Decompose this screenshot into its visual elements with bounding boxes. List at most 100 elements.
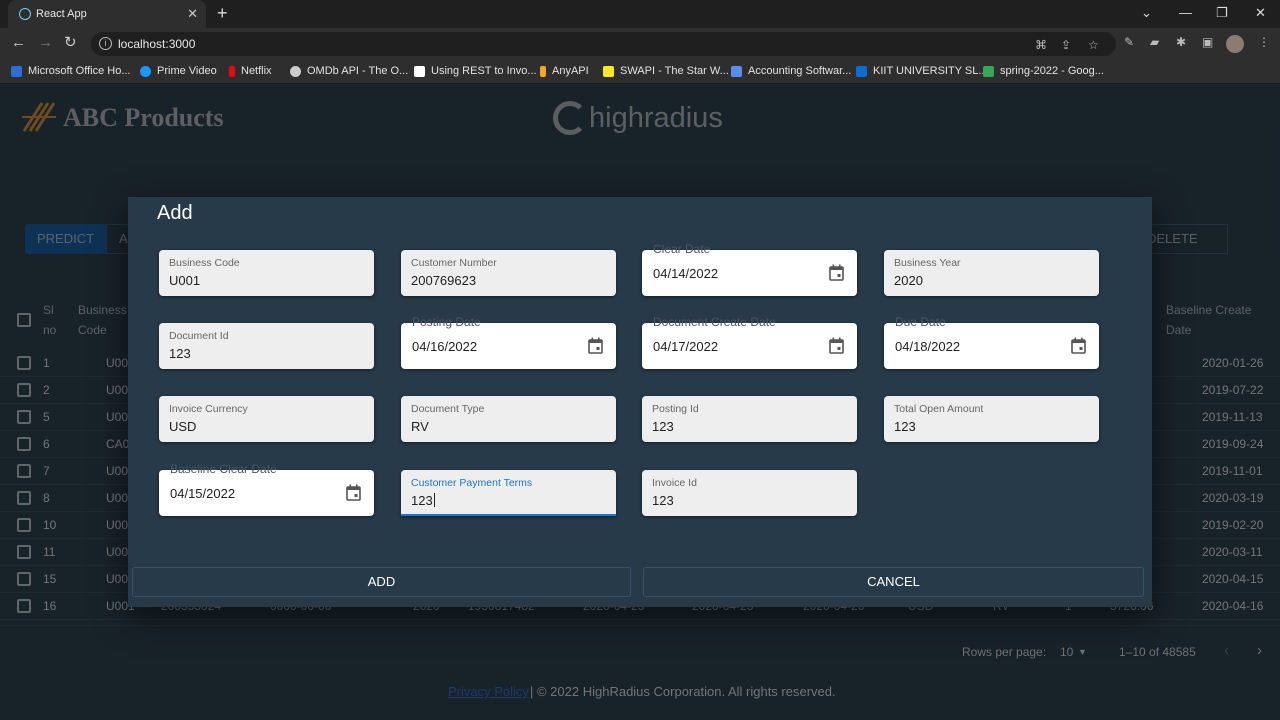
- bookmark-item[interactable]: Netflix: [229, 65, 272, 77]
- field-label: Invoice Id: [652, 477, 697, 489]
- browser-tab[interactable]: React App ✕: [8, 0, 206, 28]
- restore-icon[interactable]: ❐: [1216, 5, 1228, 21]
- field-value[interactable]: 04/18/2022: [895, 339, 960, 354]
- reload-icon[interactable]: ↻: [64, 35, 77, 50]
- share-icon[interactable]: ⇪: [1061, 38, 1071, 52]
- swapi-icon: [603, 65, 614, 77]
- bookmark-item[interactable]: Prime Video: [140, 65, 217, 77]
- field-label: Posting Date: [412, 315, 481, 329]
- field-value[interactable]: 123: [411, 493, 433, 508]
- baseline-clear-date-field[interactable]: Baseline Clear Date 04/15/2022: [159, 462, 374, 516]
- react-favicon-icon: [19, 8, 31, 20]
- field-label: Clear Date: [653, 242, 711, 256]
- business-code-field[interactable]: Business Code U001: [159, 250, 374, 296]
- field-label: Due Date: [895, 315, 946, 329]
- site-info-icon[interactable]: i: [99, 37, 112, 50]
- due-date-field[interactable]: Due Date 04/18/2022: [884, 315, 1099, 369]
- field-label: Total Open Amount: [894, 403, 984, 415]
- field-value[interactable]: 123: [652, 419, 674, 434]
- tab-search-icon[interactable]: ⌄: [1141, 5, 1152, 21]
- translate-icon[interactable]: ⌘: [1035, 38, 1047, 52]
- field-label: Document Create Date: [653, 315, 776, 329]
- minimize-icon[interactable]: —: [1179, 5, 1192, 20]
- field-value[interactable]: 200769623: [411, 273, 476, 288]
- field-label: Invoice Currency: [169, 403, 248, 415]
- bookmark-item[interactable]: spring-2022 - Goog...: [983, 65, 1104, 77]
- field-value[interactable]: U001: [169, 273, 200, 288]
- dialog-title: Add: [157, 202, 193, 224]
- field-value[interactable]: RV: [411, 419, 429, 434]
- extension-pen-icon[interactable]: ✎: [1124, 35, 1134, 49]
- field-value[interactable]: 123: [894, 419, 916, 434]
- extensions-puzzle-icon[interactable]: ✱: [1176, 35, 1186, 49]
- anyapi-icon: [540, 65, 546, 77]
- field-value[interactable]: 04/16/2022: [412, 339, 477, 354]
- field-value[interactable]: USD: [169, 419, 196, 434]
- bookmark-item[interactable]: OMDb API - The O...: [290, 65, 408, 77]
- add-button[interactable]: ADD: [132, 567, 631, 597]
- posting-id-field[interactable]: Posting Id 123: [642, 396, 857, 442]
- bookmarks-bar: Microsoft Office Ho... Prime Video Netfl…: [0, 60, 1280, 84]
- netflix-icon: [229, 65, 235, 77]
- calendar-icon[interactable]: [588, 337, 603, 354]
- browser-tab-strip: React App ✕ + ⌄ — ❐ ✕: [0, 0, 1280, 28]
- url-text[interactable]: localhost:3000: [118, 37, 195, 51]
- field-value[interactable]: 2020: [894, 273, 923, 288]
- browser-menu-icon[interactable]: ⋮: [1258, 35, 1270, 49]
- window-close-icon[interactable]: ✕: [1255, 5, 1266, 21]
- rest-icon: [414, 65, 425, 77]
- omdb-icon: [290, 65, 301, 77]
- new-tab-icon[interactable]: +: [217, 4, 228, 22]
- field-value[interactable]: 04/15/2022: [170, 486, 235, 501]
- extension-icon[interactable]: ▰: [1150, 35, 1159, 49]
- calendar-icon[interactable]: [829, 337, 844, 354]
- address-bar-row: ← → ↻ i localhost:3000 ⌘ ⇪ ☆ ✎ ▰ ✱ ▣ ⋮: [0, 28, 1280, 60]
- bookmark-item[interactable]: AnyAPI: [540, 65, 589, 77]
- field-label: Business Code: [169, 257, 240, 269]
- total-open-amount-field[interactable]: Total Open Amount 123: [884, 396, 1099, 442]
- posting-date-field[interactable]: Posting Date 04/16/2022: [401, 315, 616, 369]
- field-label: Customer Payment Terms: [411, 477, 533, 489]
- field-value-wrapper[interactable]: 123: [411, 493, 435, 508]
- field-value[interactable]: 123: [169, 346, 191, 361]
- business-year-field[interactable]: Business Year 2020: [884, 250, 1099, 296]
- accounting-icon: [731, 65, 742, 77]
- document-type-field[interactable]: Document Type RV: [401, 396, 616, 442]
- google-drive-icon: [983, 65, 994, 77]
- cancel-button[interactable]: CANCEL: [643, 567, 1144, 597]
- bookmark-star-icon[interactable]: ☆: [1088, 38, 1099, 52]
- field-label: Baseline Clear Date: [170, 462, 277, 476]
- text-caret: [433, 493, 435, 507]
- invoice-id-field[interactable]: Invoice Id 123: [642, 470, 857, 516]
- document-id-field[interactable]: Document Id 123: [159, 323, 374, 369]
- bookmark-item[interactable]: SWAPI - The Star W...: [603, 65, 729, 77]
- bookmark-item[interactable]: Accounting Softwar...: [731, 65, 851, 77]
- document-create-date-field[interactable]: Document Create Date 04/17/2022: [642, 315, 857, 369]
- sap-icon: [856, 65, 867, 77]
- omnibox[interactable]: i localhost:3000 ⌘ ⇪ ☆: [91, 32, 1116, 56]
- field-value[interactable]: 123: [652, 493, 674, 508]
- forward-icon[interactable]: →: [38, 35, 53, 50]
- office-icon: [11, 65, 22, 77]
- tab-close-icon[interactable]: ✕: [187, 6, 198, 22]
- prime-video-icon: [140, 65, 151, 77]
- tab-title: React App: [36, 8, 87, 20]
- profile-avatar[interactable]: [1226, 35, 1244, 53]
- side-panel-icon[interactable]: ▣: [1202, 35, 1213, 49]
- customer-number-field[interactable]: Customer Number 200769623: [401, 250, 616, 296]
- bookmark-item[interactable]: KIIT UNIVERSITY SL...: [856, 65, 988, 77]
- calendar-icon[interactable]: [346, 484, 361, 501]
- calendar-icon[interactable]: [1071, 337, 1086, 354]
- back-icon[interactable]: ←: [11, 35, 26, 50]
- invoice-currency-field[interactable]: Invoice Currency USD: [159, 396, 374, 442]
- bookmark-item[interactable]: Microsoft Office Ho...: [11, 65, 131, 77]
- field-label: Posting Id: [652, 403, 699, 415]
- field-label: Document Type: [411, 403, 485, 415]
- field-value[interactable]: 04/17/2022: [653, 339, 718, 354]
- field-value[interactable]: 04/14/2022: [653, 266, 718, 281]
- bookmark-item[interactable]: Using REST to Invo...: [414, 65, 537, 77]
- calendar-icon[interactable]: [829, 264, 844, 281]
- customer-payment-terms-field[interactable]: Customer Payment Terms 123: [401, 470, 616, 516]
- field-label: Document Id: [169, 330, 229, 342]
- clear-date-field[interactable]: Clear Date 04/14/2022: [642, 242, 857, 296]
